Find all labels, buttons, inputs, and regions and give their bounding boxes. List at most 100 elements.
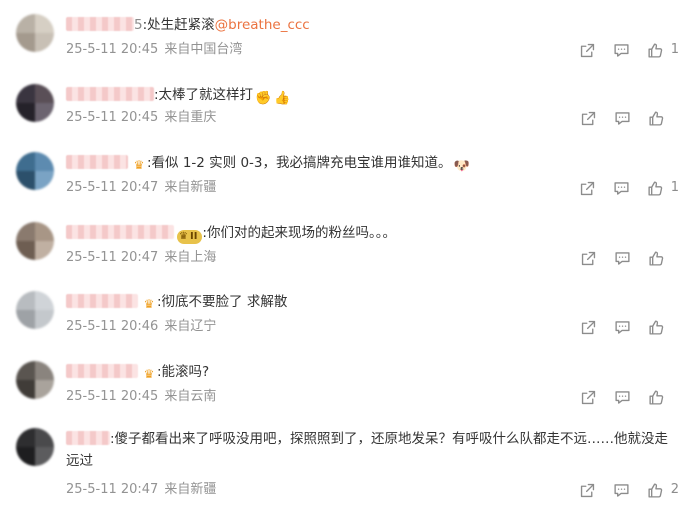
comment-meta: 25-5-11 20:47 来自上海: [66, 248, 216, 268]
comment-button[interactable]: [611, 107, 633, 129]
comment-date: 25-5-11 20:47: [66, 482, 159, 497]
username[interactable]: [66, 431, 110, 445]
username[interactable]: [66, 87, 154, 101]
avatar[interactable]: [16, 152, 54, 190]
username[interactable]: [66, 225, 174, 239]
comment-body: ♛:能滚吗?: [66, 361, 677, 383]
comment-actions: [565, 107, 679, 129]
comment-button[interactable]: [611, 247, 633, 269]
crown-badge-icon: ♛: [143, 297, 155, 311]
comment-text-line: 5:处生赶紧滚@breathe_ccc: [66, 14, 677, 36]
username[interactable]: [66, 17, 134, 31]
comment-location: 来自新疆: [164, 482, 217, 497]
username-tail: 5: [134, 17, 143, 33]
share-icon: [581, 43, 595, 57]
share-button[interactable]: [577, 386, 599, 408]
username[interactable]: [66, 155, 128, 169]
comment-text-line: :傻子都看出来了呼吸没用吧，探照照到了，还原地发呆？有呼吸什么队都走不远……他就…: [66, 428, 677, 472]
username[interactable]: [66, 364, 138, 378]
comment-text: :傻子都看出来了呼吸没用吧，探照照到了，还原地发呆？有呼吸什么队都走不远……他就…: [66, 431, 669, 469]
avatar[interactable]: [16, 361, 54, 399]
comment-text-line: ♛ II:你们对的起来现场的粉丝吗。。。: [66, 222, 677, 244]
comment-text: :看似 1-2 实则 0-3，我必搞牌充电宝谁用谁知道。: [147, 155, 452, 171]
comment-icon: [614, 43, 629, 57]
like-count: 1: [670, 180, 679, 195]
comment-body: ♛ II:你们对的起来现场的粉丝吗。。。: [66, 222, 677, 244]
like-button[interactable]: 1: [645, 39, 679, 61]
comment-item: 5:处生赶紧滚@breathe_ccc 25-5-11 20:45 来自中国台湾 …: [0, 14, 697, 74]
comment-actions: [565, 386, 679, 408]
comment-date: 25-5-11 20:45: [66, 42, 159, 57]
share-button[interactable]: [577, 177, 599, 199]
comment-text-line: ♛:彻底不要脸了 求解散: [66, 291, 677, 313]
like-button[interactable]: [645, 386, 679, 408]
share-icon: [581, 251, 595, 265]
like-count: 2: [670, 482, 679, 497]
thumbs-up-emoji: 👍: [273, 91, 291, 106]
comment-location: 来自云南: [164, 389, 217, 404]
thumbs-up-icon: [648, 389, 663, 405]
comment-button[interactable]: [611, 39, 633, 61]
avatar[interactable]: [16, 291, 54, 329]
like-button[interactable]: 1: [645, 177, 679, 199]
vip-badge-icon: ♛ II: [177, 230, 203, 244]
like-button[interactable]: [645, 107, 679, 129]
share-button[interactable]: [577, 39, 599, 61]
share-button[interactable]: [577, 316, 599, 338]
share-button[interactable]: [577, 107, 599, 129]
comment-item: ♛:能滚吗? 25-5-11 20:45 来自云南: [0, 361, 697, 421]
comment-meta: 25-5-11 20:47 来自新疆: [66, 178, 216, 198]
comment-actions: [565, 316, 679, 338]
comment-icon: [614, 111, 630, 125]
like-button[interactable]: [645, 316, 679, 338]
comment-text-line: :太棒了就这样打 ✊ 👍: [66, 84, 677, 108]
avatar[interactable]: [16, 84, 54, 122]
punch-emoji: ✊: [254, 91, 272, 106]
comment-location: 来自上海: [164, 250, 217, 265]
comment-item: :傻子都看出来了呼吸没用吧，探照照到了，还原地发呆？有呼吸什么队都走不远……他就…: [0, 428, 697, 508]
like-button[interactable]: [645, 247, 679, 269]
share-icon: [581, 483, 595, 497]
comment-location: 来自重庆: [164, 110, 217, 125]
comment-date: 25-5-11 20:45: [66, 110, 159, 125]
comment-button[interactable]: [611, 479, 633, 501]
comment-actions: 1: [565, 39, 679, 61]
comment-actions: 1: [565, 177, 679, 199]
comment-text: :太棒了就这样打: [154, 87, 254, 103]
comment-button[interactable]: [611, 177, 633, 199]
like-count: 1: [670, 42, 679, 57]
like-button[interactable]: 2: [645, 479, 679, 501]
avatar[interactable]: [16, 14, 54, 52]
comment-list: 5:处生赶紧滚@breathe_ccc 25-5-11 20:45 来自中国台湾 …: [0, 0, 697, 518]
comment-actions: 2: [565, 479, 679, 501]
comment-item: ♛:彻底不要脸了 求解散 25-5-11 20:46 来自辽宁: [0, 291, 697, 351]
crown-badge-icon: ♛: [133, 158, 145, 172]
username[interactable]: [66, 294, 138, 308]
comment-location: 来自中国台湾: [164, 42, 243, 57]
share-button[interactable]: [577, 479, 599, 501]
comment-icon: [614, 483, 629, 497]
comment-button[interactable]: [611, 316, 633, 338]
comment-meta: 25-5-11 20:45 来自中国台湾: [66, 40, 242, 60]
share-button[interactable]: [577, 247, 599, 269]
mention-link[interactable]: @breathe_ccc: [215, 17, 310, 33]
comment-item: ♛:看似 1-2 实则 0-3，我必搞牌充电宝谁用谁知道。 🐶 25-5-11 2…: [0, 152, 697, 212]
comment-text-line: ♛:能滚吗?: [66, 361, 677, 383]
avatar[interactable]: [16, 222, 54, 260]
doge-emoji: 🐶: [453, 159, 470, 174]
comment-meta: 25-5-11 20:47 来自新疆: [66, 480, 216, 500]
comment-date: 25-5-11 20:47: [66, 250, 159, 265]
comment-body: :傻子都看出来了呼吸没用吧，探照照到了，还原地发呆？有呼吸什么队都走不远……他就…: [66, 428, 677, 472]
thumbs-up-icon: [648, 110, 663, 126]
comment-button[interactable]: [611, 386, 633, 408]
crown-badge-icon: ♛: [143, 367, 155, 381]
comment-body: 5:处生赶紧滚@breathe_ccc: [66, 14, 677, 36]
comment-body: ♛:看似 1-2 实则 0-3，我必搞牌充电宝谁用谁知道。 🐶: [66, 152, 677, 176]
comment-icon: [614, 320, 630, 334]
comment-location: 来自辽宁: [164, 319, 217, 334]
vip-level: II: [189, 231, 198, 242]
comment-text: :彻底不要脸了 求解散: [157, 294, 288, 310]
comment-date: 25-5-11 20:46: [66, 319, 159, 334]
thumbs-up-icon: [648, 180, 663, 196]
avatar[interactable]: [16, 428, 54, 466]
